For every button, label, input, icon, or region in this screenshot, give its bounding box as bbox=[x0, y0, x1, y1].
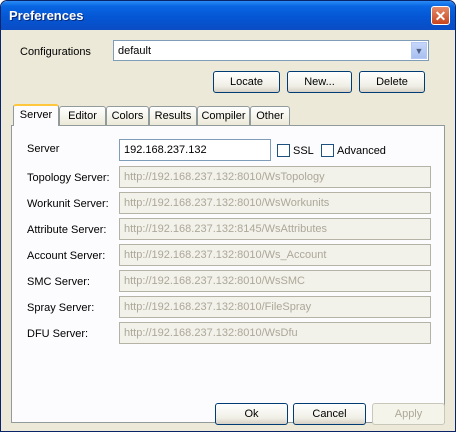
configurations-label: Configurations bbox=[20, 46, 91, 58]
tab-server[interactable]: Server bbox=[13, 104, 59, 126]
chevron-down-icon[interactable]: ▼ bbox=[411, 42, 427, 59]
workunit-server-input[interactable]: http://192.168.237.132:8010/WsWorkunits bbox=[119, 192, 431, 214]
topology-server-input[interactable]: http://192.168.237.132:8010/WsTopology bbox=[119, 166, 431, 188]
spray-server-input[interactable]: http://192.168.237.132:8010/FileSpray bbox=[119, 296, 431, 318]
preferences-window: Preferences ✕ Configurations default ▼ L… bbox=[0, 0, 456, 432]
delete-button[interactable]: Delete bbox=[359, 71, 425, 93]
ssl-checkbox[interactable] bbox=[277, 144, 290, 157]
locate-button[interactable]: Locate bbox=[213, 71, 280, 93]
attribute-server-input[interactable]: http://192.168.237.132:8145/WsAttributes bbox=[119, 218, 431, 240]
tab-strip: Server Editor Colors Results Compiler Ot… bbox=[11, 104, 451, 126]
dfu-server-label: DFU Server: bbox=[27, 328, 89, 340]
configurations-value: default bbox=[118, 45, 152, 57]
close-icon: ✕ bbox=[434, 8, 447, 24]
ssl-label: SSL bbox=[293, 145, 314, 157]
smc-server-input[interactable]: http://192.168.237.132:8010/WsSMC bbox=[119, 270, 431, 292]
title-bar[interactable]: Preferences ✕ bbox=[1, 1, 455, 30]
apply-button[interactable]: Apply bbox=[372, 403, 445, 425]
server-input[interactable]: 192.168.237.132 bbox=[119, 139, 271, 161]
advanced-label: Advanced bbox=[337, 145, 386, 157]
dialog-body: Configurations default ▼ Locate New... D… bbox=[1, 30, 455, 431]
workunit-server-label: Workunit Server: bbox=[27, 198, 109, 210]
account-server-input[interactable]: http://192.168.237.132:8010/Ws_Account bbox=[119, 244, 431, 266]
ok-button[interactable]: Ok bbox=[215, 403, 288, 425]
tab-colors[interactable]: Colors bbox=[106, 106, 149, 125]
dfu-server-input[interactable]: http://192.168.237.132:8010/WsDfu bbox=[119, 322, 431, 344]
server-label: Server bbox=[27, 143, 60, 155]
server-tab-panel: Server 192.168.237.132 SSL Advanced Topo… bbox=[11, 125, 445, 423]
new-button[interactable]: New... bbox=[287, 71, 352, 93]
configurations-dropdown[interactable]: default ▼ bbox=[113, 40, 429, 61]
tab-compiler[interactable]: Compiler bbox=[197, 106, 250, 125]
account-server-label: Account Server: bbox=[27, 250, 106, 262]
attribute-server-label: Attribute Server: bbox=[27, 224, 107, 236]
smc-server-label: SMC Server: bbox=[27, 276, 90, 288]
cancel-button[interactable]: Cancel bbox=[293, 403, 366, 425]
window-title: Preferences bbox=[9, 8, 84, 23]
spray-server-label: Spray Server: bbox=[27, 302, 95, 314]
topology-server-label: Topology Server: bbox=[27, 172, 110, 184]
tab-editor[interactable]: Editor bbox=[59, 106, 106, 125]
advanced-checkbox[interactable] bbox=[321, 144, 334, 157]
tab-results[interactable]: Results bbox=[149, 106, 197, 125]
close-button[interactable]: ✕ bbox=[431, 6, 450, 25]
tab-other[interactable]: Other bbox=[250, 106, 290, 125]
